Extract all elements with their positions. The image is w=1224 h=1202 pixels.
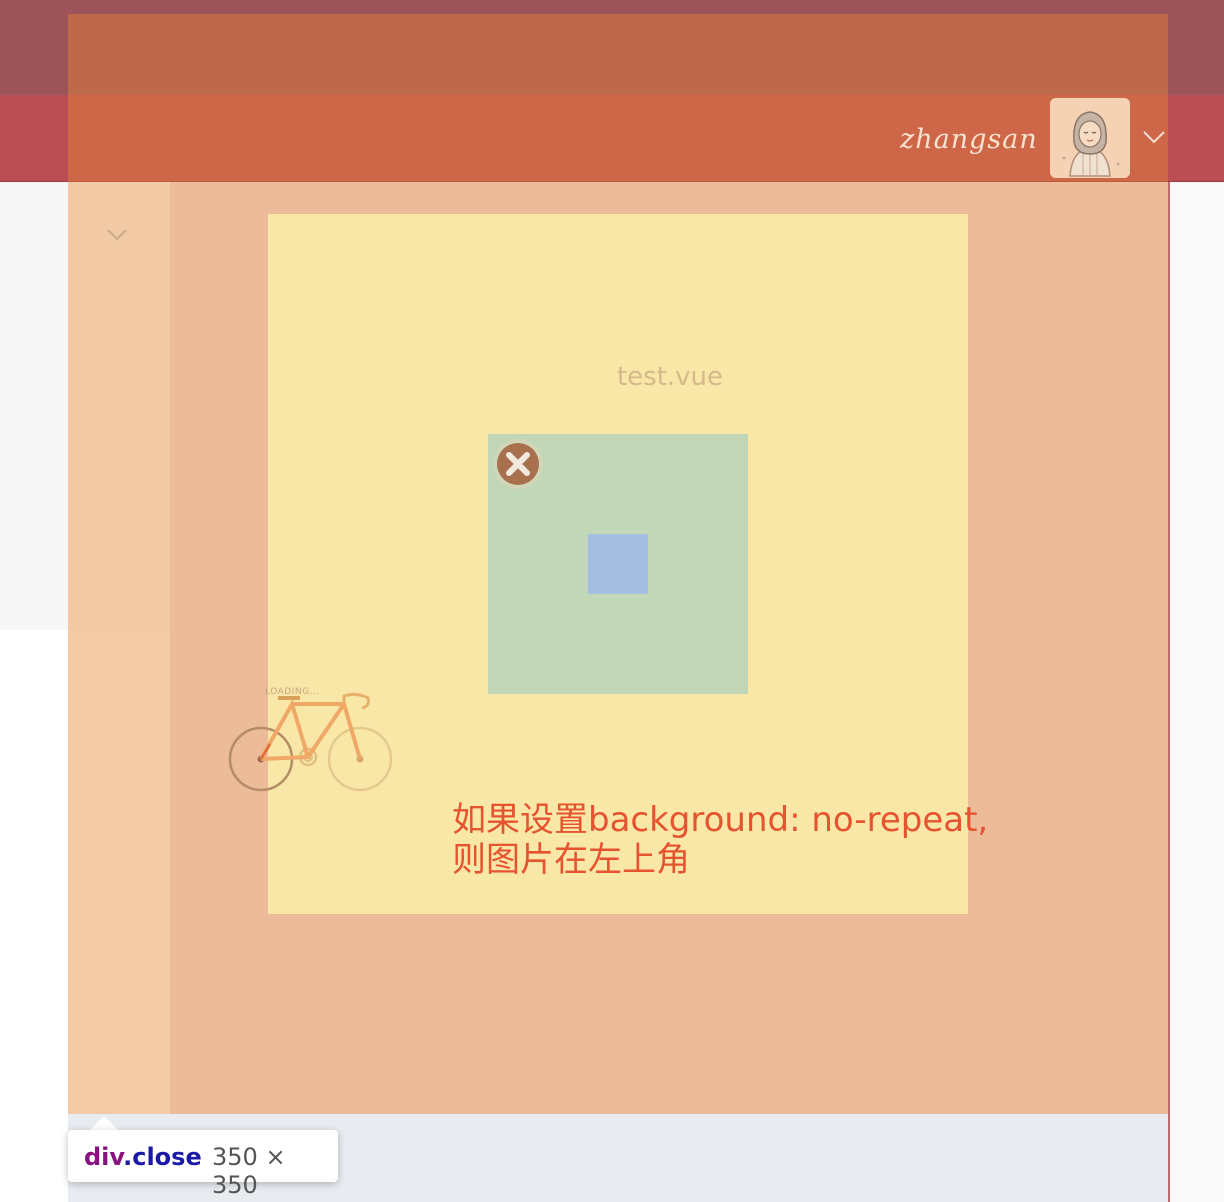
element-highlight-padding <box>68 182 170 1114</box>
element-inspector-tooltip: div.close 350 × 350 <box>68 1130 338 1199</box>
tooltip-selector: div.close <box>84 1143 202 1171</box>
avatar-woman-icon[interactable] <box>1050 98 1130 178</box>
scroll-gutter <box>1168 182 1224 1202</box>
inner-blue-box <box>588 534 648 594</box>
annotation-note: 如果设置background: no-repeat, 则图片在左上角 <box>452 800 1012 880</box>
username-label[interactable]: zhangsan <box>900 124 1037 155</box>
component-label: test.vue <box>616 362 724 392</box>
note-line-1: 如果设置background: no-repeat, <box>452 800 989 840</box>
chevron-down-icon[interactable] <box>1140 124 1168 148</box>
close-icon[interactable] <box>492 438 544 490</box>
sidebar-toggle-chevron-icon[interactable] <box>104 226 130 244</box>
tooltip-tag: div <box>84 1143 124 1171</box>
note-line-2: 则图片在左上角 <box>452 840 690 880</box>
tooltip-size: 350 × 350 <box>212 1143 286 1199</box>
tooltip-arrow <box>90 1116 118 1130</box>
tooltip-class: .close <box>123 1143 202 1171</box>
bicycle-icon <box>226 686 398 794</box>
